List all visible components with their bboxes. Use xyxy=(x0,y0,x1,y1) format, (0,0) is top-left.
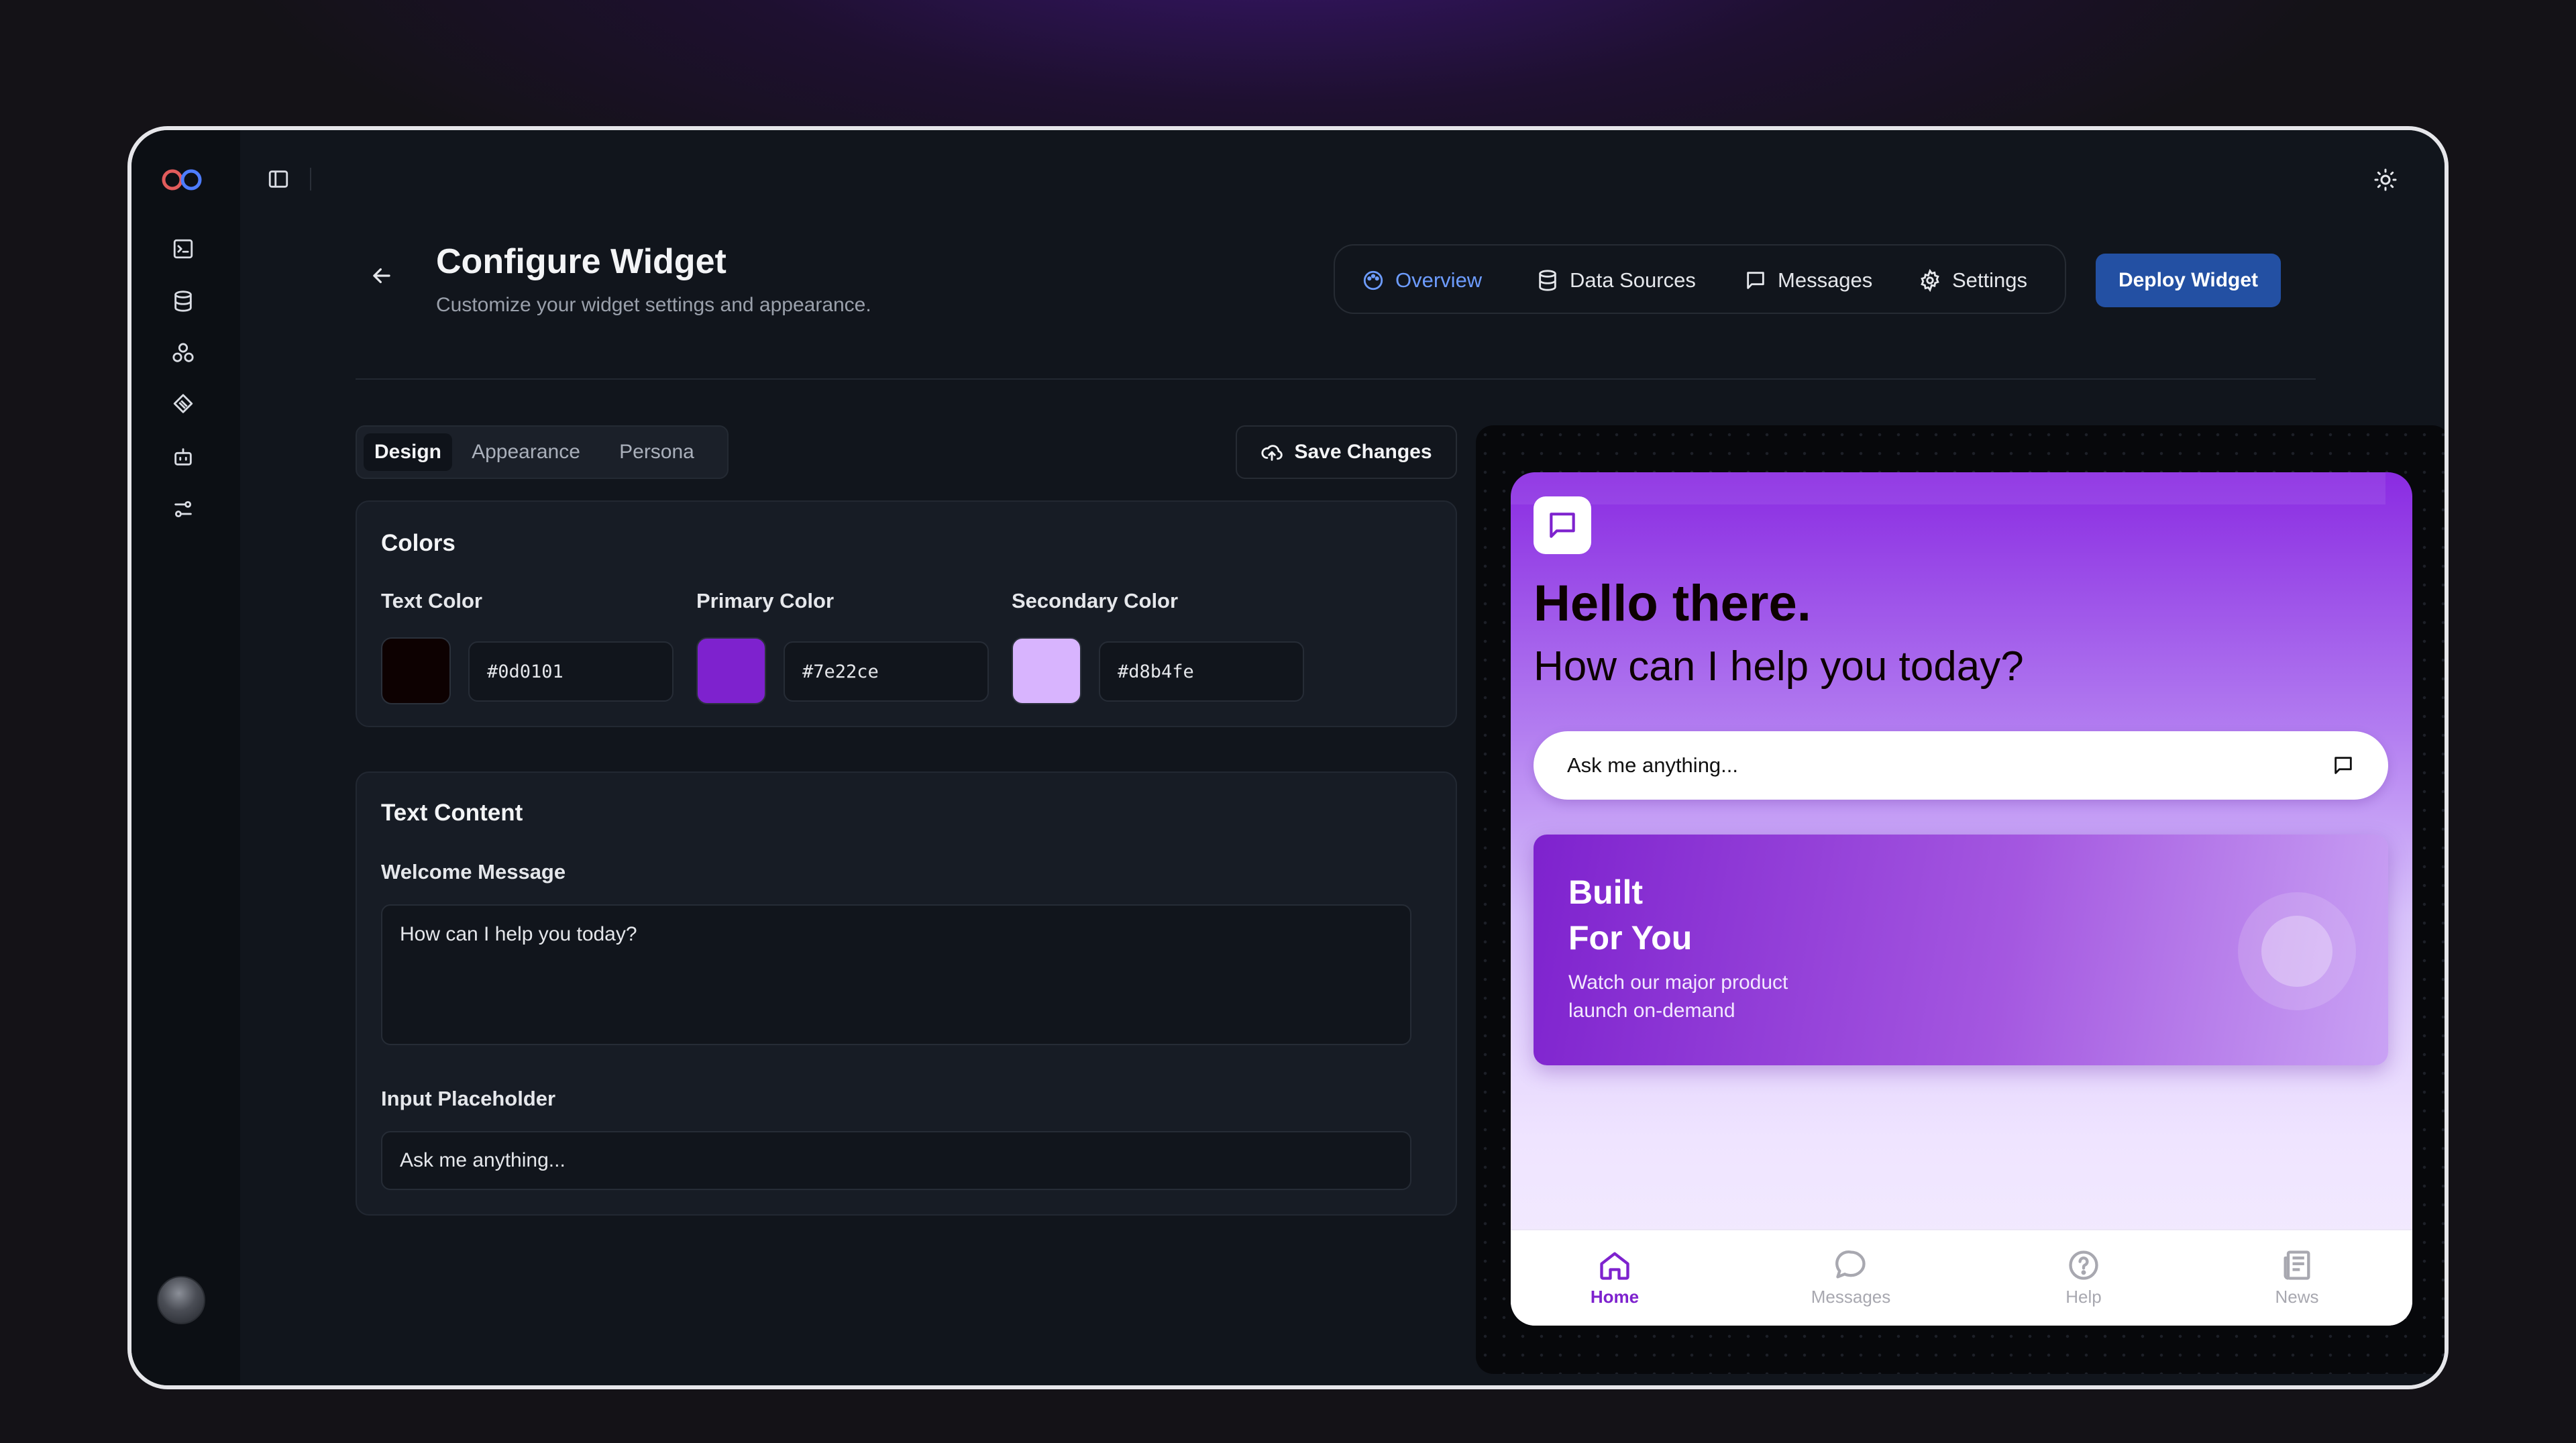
tab-design[interactable]: Design xyxy=(364,433,452,471)
text-color-swatch[interactable] xyxy=(381,637,451,704)
newspaper-icon xyxy=(2284,1250,2310,1280)
nav-messages[interactable]: Messages xyxy=(1744,266,1872,295)
design-tabs: Design Appearance Persona xyxy=(356,425,729,479)
gear-icon xyxy=(1921,269,1939,292)
sliders-icon[interactable] xyxy=(172,498,195,521)
widget-question: How can I help you today? xyxy=(1534,643,2024,690)
home-icon xyxy=(1600,1252,1629,1280)
promo-subtitle: Watch our major product launch on-demand xyxy=(1568,969,1850,1025)
divider xyxy=(310,168,311,191)
back-arrow-icon[interactable] xyxy=(369,263,394,288)
secondary-color-swatch[interactable] xyxy=(1012,637,1081,704)
primary-color-swatch[interactable] xyxy=(696,637,766,704)
nav-overview-label: Overview xyxy=(1395,268,1483,292)
section-nav: Overview Data Sources Messages Settings xyxy=(1334,244,2066,314)
sun-icon[interactable] xyxy=(2373,168,2398,192)
widget-nav-news[interactable]: News xyxy=(2237,1248,2357,1307)
nav-overview[interactable]: Overview xyxy=(1362,266,1482,295)
widget-nav-messages[interactable]: Messages xyxy=(1790,1248,1911,1307)
widget-preview: Hello there. How can I help you today? A… xyxy=(1511,472,2412,1326)
app-window: Configure Widget Customize your widget s… xyxy=(127,126,2449,1389)
promo-title: Built For You xyxy=(1568,869,1692,961)
widget-nav-home[interactable]: Home xyxy=(1554,1248,1675,1307)
text-color-label: Text Color xyxy=(381,589,482,612)
nav-messages-label: Messages xyxy=(1778,268,1873,292)
widget-preview-canvas: Hello there. How can I help you today? A… xyxy=(1476,425,2445,1374)
promo-subtitle-line-1: Watch our major product xyxy=(1568,971,1788,994)
welcome-message-textarea[interactable]: How can I help you today? xyxy=(381,904,1411,1045)
colors-card: Colors Text Color #0d0101 Primary Color … xyxy=(356,500,1457,727)
widget-ask-placeholder: Ask me anything... xyxy=(1567,753,1739,777)
secondary-color-label: Secondary Color xyxy=(1012,589,1179,612)
nav-data-sources-label: Data Sources xyxy=(1570,268,1696,292)
deploy-widget-button[interactable]: Deploy Widget xyxy=(2096,254,2281,307)
icon-rail xyxy=(131,130,240,1385)
widget-nav-help[interactable]: Help xyxy=(2023,1248,2144,1307)
widget-header-strip xyxy=(1511,472,2385,504)
avatar[interactable] xyxy=(157,1276,205,1324)
message-icon[interactable] xyxy=(2332,754,2355,777)
input-placeholder-label: Input Placeholder xyxy=(381,1087,556,1110)
cloud-upload-icon xyxy=(1261,445,1283,461)
nav-data-sources[interactable]: Data Sources xyxy=(1536,266,1696,295)
widget-nav-messages-label: Messages xyxy=(1811,1287,1891,1307)
promo-card[interactable]: Built For You Watch our major product la… xyxy=(1534,835,2388,1065)
page-title: Configure Widget xyxy=(436,242,727,281)
widget-nav-home-label: Home xyxy=(1590,1287,1640,1307)
widget-ask-input[interactable]: Ask me anything... xyxy=(1534,731,2388,800)
nav-settings[interactable]: Settings xyxy=(1919,266,2027,295)
main-panel: Configure Widget Customize your widget s… xyxy=(240,130,2445,1385)
widget-nav-help-label: Help xyxy=(2065,1287,2102,1307)
database-icon xyxy=(1539,270,1556,291)
text-content-heading: Text Content xyxy=(381,800,523,826)
input-placeholder-field[interactable]: Ask me anything... xyxy=(381,1131,1411,1190)
bot-icon[interactable] xyxy=(172,445,195,468)
welcome-message-label: Welcome Message xyxy=(381,860,566,884)
header-divider xyxy=(356,378,2316,380)
primary-color-label: Primary Color xyxy=(696,589,835,612)
promo-subtitle-line-2: launch on-demand xyxy=(1568,1000,1735,1022)
chat-bubble-icon xyxy=(1835,1250,1866,1279)
promo-title-line-2: For You xyxy=(1568,919,1693,957)
primary-color-input[interactable]: #7e22ce xyxy=(784,641,989,702)
text-content-card: Text Content Welcome Message How can I h… xyxy=(356,771,1457,1216)
chat-icon xyxy=(1550,513,1575,538)
widget-nav-news-label: News xyxy=(2275,1287,2319,1307)
nav-settings-label: Settings xyxy=(1952,268,2028,292)
tab-appearance[interactable]: Appearance xyxy=(459,433,593,471)
help-circle-icon xyxy=(2069,1250,2098,1280)
tab-persona[interactable]: Persona xyxy=(600,433,714,471)
terminal-icon[interactable] xyxy=(172,237,195,260)
components-icon[interactable] xyxy=(172,342,195,365)
database-icon[interactable] xyxy=(172,290,195,313)
text-color-input[interactable]: #0d0101 xyxy=(468,641,674,702)
widget-greeting: Hello there. xyxy=(1534,575,1811,632)
secondary-color-input[interactable]: #d8b4fe xyxy=(1099,641,1304,702)
promo-title-line-1: Built xyxy=(1568,873,1644,911)
colors-heading: Colors xyxy=(381,530,455,556)
message-icon xyxy=(1747,272,1764,289)
integrations-icon[interactable] xyxy=(172,393,195,416)
page-subtitle: Customize your widget settings and appea… xyxy=(436,294,871,316)
palette-icon xyxy=(1363,270,1383,290)
save-changes-label: Save Changes xyxy=(1294,441,1432,463)
widget-logo xyxy=(1534,496,1591,554)
sidebar-toggle-icon[interactable] xyxy=(267,168,290,191)
save-changes-button[interactable]: Save Changes xyxy=(1236,425,1457,479)
promo-decor-dot xyxy=(2261,916,2332,987)
widget-bottom-nav: Home Messages Help News xyxy=(1511,1229,2412,1326)
logo-icon[interactable] xyxy=(158,165,205,195)
topbar xyxy=(240,130,2445,191)
